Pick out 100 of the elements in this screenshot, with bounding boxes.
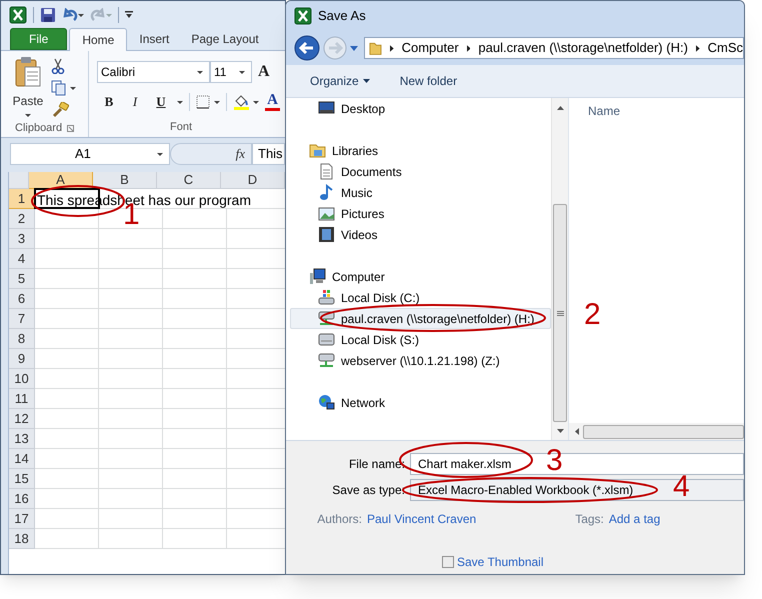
table-cell[interactable]: [35, 449, 99, 469]
table-cell[interactable]: [35, 369, 99, 389]
font-color-button[interactable]: A: [265, 93, 280, 111]
row-header[interactable]: 10: [9, 369, 35, 389]
name-box[interactable]: A1: [10, 143, 170, 165]
organize-menu[interactable]: Organize: [310, 72, 370, 90]
save-icon[interactable]: [40, 7, 56, 23]
row-header[interactable]: 8: [9, 329, 35, 349]
table-cell[interactable]: [35, 269, 99, 289]
insert-function-button[interactable]: fx: [170, 143, 252, 165]
nav-item[interactable]: Computer: [290, 266, 551, 287]
copy-icon[interactable]: [51, 80, 77, 96]
table-cell[interactable]: [35, 209, 99, 229]
row-header[interactable]: 11: [9, 389, 35, 409]
table-cell[interactable]: [99, 329, 163, 349]
table-cell[interactable]: [163, 309, 227, 329]
table-cell[interactable]: [163, 469, 227, 489]
bold-button[interactable]: B: [99, 92, 119, 112]
nav-item[interactable]: Libraries: [290, 140, 551, 161]
table-cell[interactable]: [35, 529, 99, 549]
table-cell[interactable]: [35, 389, 99, 409]
author-link[interactable]: Paul Vincent Craven: [367, 510, 476, 528]
back-button-icon[interactable]: [294, 35, 320, 61]
font-name-field[interactable]: Calibri: [97, 61, 210, 83]
table-cell[interactable]: [35, 329, 99, 349]
table-cell[interactable]: [163, 289, 227, 309]
chevron-right-icon[interactable]: [466, 44, 470, 52]
row-header[interactable]: 6: [9, 289, 35, 309]
row-header[interactable]: 1: [9, 189, 35, 209]
table-cell[interactable]: [163, 209, 227, 229]
table-cell[interactable]: [163, 389, 227, 409]
excel-logo-icon[interactable]: [9, 6, 27, 24]
scissors-icon[interactable]: [51, 58, 65, 74]
table-cell[interactable]: [35, 509, 99, 529]
column-header[interactable]: Name: [588, 102, 620, 120]
formula-bar[interactable]: This: [252, 143, 285, 165]
column-header[interactable]: B: [93, 172, 157, 189]
nav-item[interactable]: paul.craven (\\storage\netfolder) (H:): [290, 308, 551, 329]
table-cell[interactable]: [99, 529, 163, 549]
table-cell[interactable]: [99, 349, 163, 369]
table-cell[interactable]: [35, 349, 99, 369]
caret-icon[interactable]: [177, 100, 183, 104]
table-cell[interactable]: [35, 469, 99, 489]
borders-icon[interactable]: [196, 95, 220, 109]
row-header[interactable]: 7: [9, 309, 35, 329]
scrollbar[interactable]: [569, 423, 744, 440]
nav-item[interactable]: Videos: [290, 224, 551, 245]
table-cell[interactable]: [163, 349, 227, 369]
format-painter-icon[interactable]: [51, 102, 69, 118]
file-tab[interactable]: File: [10, 28, 68, 50]
paste-button[interactable]: Paste: [11, 56, 45, 119]
checkbox-label[interactable]: Save Thumbnail: [457, 553, 544, 571]
breadcrumb[interactable]: paul.craven (\\storage\netfolder) (H:): [478, 38, 688, 58]
underline-button[interactable]: U: [151, 92, 171, 112]
table-cell[interactable]: [99, 289, 163, 309]
table-cell[interactable]: [163, 269, 227, 289]
table-cell[interactable]: [99, 409, 163, 429]
table-cell[interactable]: [163, 409, 227, 429]
dialog-launcher-icon[interactable]: [67, 124, 74, 132]
font-size-field[interactable]: 11: [210, 61, 252, 83]
arrow-left-icon[interactable]: [575, 428, 579, 435]
table-cell[interactable]: [99, 429, 163, 449]
table-cell[interactable]: [99, 229, 163, 249]
table-cell[interactable]: [35, 489, 99, 509]
table-cell[interactable]: [163, 509, 227, 529]
breadcrumb[interactable]: Computer: [402, 38, 459, 58]
row-header[interactable]: 2: [9, 209, 35, 229]
table-cell[interactable]: [35, 229, 99, 249]
tag-link[interactable]: Add a tag: [608, 510, 660, 528]
row-header[interactable]: 15: [9, 469, 35, 489]
table-cell[interactable]: [35, 249, 99, 269]
select-all-corner[interactable]: [9, 172, 29, 189]
table-cell[interactable]: [163, 489, 227, 509]
nav-item[interactable]: Documents: [290, 161, 551, 182]
row-header[interactable]: 16: [9, 489, 35, 509]
table-cell[interactable]: [99, 249, 163, 269]
table-cell[interactable]: [163, 369, 227, 389]
table-cell[interactable]: [99, 489, 163, 509]
chevron-right-icon[interactable]: [696, 44, 700, 52]
row-header[interactable]: 14: [9, 449, 35, 469]
grow-font-button[interactable]: A: [258, 64, 270, 80]
table-cell[interactable]: [99, 469, 163, 489]
table-cell[interactable]: [163, 429, 227, 449]
breadcrumb[interactable]: CmSc: [708, 38, 743, 58]
table-cell[interactable]: [163, 449, 227, 469]
row-header[interactable]: 12: [9, 409, 35, 429]
column-header[interactable]: D: [221, 172, 285, 189]
checkbox[interactable]: [442, 556, 454, 568]
row-header[interactable]: 9: [9, 349, 35, 369]
table-cell[interactable]: [99, 369, 163, 389]
table-cell[interactable]: [35, 289, 99, 309]
table-cell[interactable]: [163, 229, 227, 249]
table-cell[interactable]: [163, 529, 227, 549]
arrow-up-icon[interactable]: [556, 106, 564, 110]
undo-icon[interactable]: [62, 8, 84, 22]
nav-item[interactable]: Music: [290, 182, 551, 203]
caret-icon[interactable]: [350, 46, 358, 50]
row-header[interactable]: 17: [9, 509, 35, 529]
table-cell[interactable]: [35, 429, 99, 449]
nav-item[interactable]: Desktop: [290, 98, 551, 119]
